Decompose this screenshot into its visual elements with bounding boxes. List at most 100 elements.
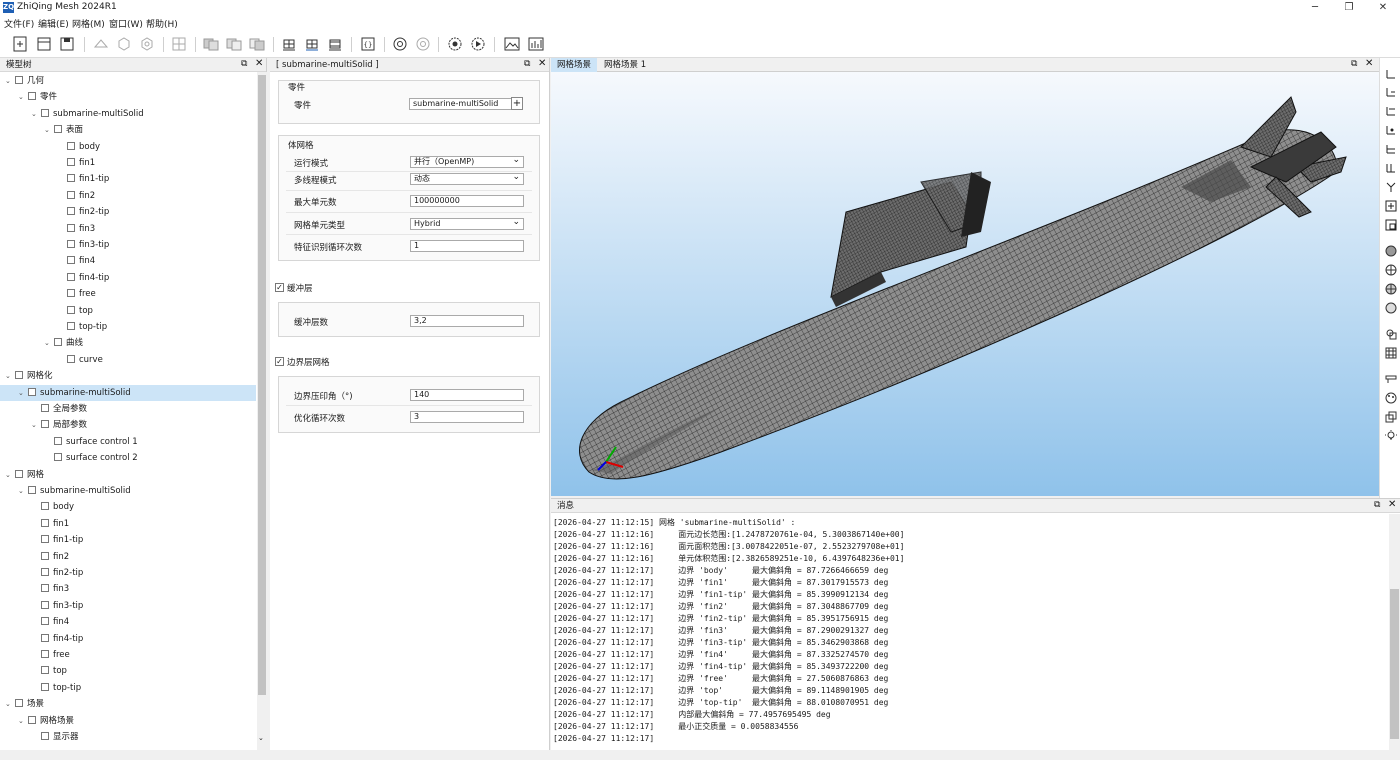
close-panel-icon[interactable]: ✕ — [255, 58, 263, 69]
ruler-icon[interactable] — [1385, 373, 1397, 385]
tree-item[interactable]: top — [0, 663, 256, 679]
tree-item[interactable]: fin1 — [0, 155, 256, 171]
surface-mesh-icon[interactable] — [280, 35, 298, 53]
tree-item[interactable]: body — [0, 139, 256, 155]
new-file-icon[interactable] — [11, 35, 29, 53]
minimize-icon[interactable]: ─ — [1298, 0, 1332, 16]
chart-icon[interactable] — [527, 35, 545, 53]
tree-item[interactable]: fin4-tip — [0, 270, 256, 286]
close-view-icon[interactable]: ✕ — [1365, 58, 1373, 69]
tree-scrollbar-thumb[interactable] — [258, 75, 266, 695]
tree-item[interactable]: free — [0, 286, 256, 302]
float-panel-icon[interactable]: ⧉ — [241, 59, 247, 69]
tree-item[interactable]: ⌄ 表面 — [0, 122, 256, 138]
geometry-repair-icon[interactable] — [138, 35, 156, 53]
tree-item[interactable]: 全局参数 — [0, 401, 256, 417]
gear-run-icon[interactable] — [469, 35, 487, 53]
menu-mesh[interactable]: 网格(M) — [72, 17, 105, 30]
tree-item[interactable]: ⌄ 局部参数 — [0, 417, 256, 433]
tree-item[interactable]: free — [0, 647, 256, 663]
tree-item[interactable]: ⌄ 网格场景 — [0, 713, 256, 729]
view-axis-neg-y-icon[interactable] — [1385, 124, 1397, 136]
boolean-intersect-icon[interactable] — [248, 35, 266, 53]
view-axis-y-icon[interactable] — [1385, 105, 1397, 117]
view-axis-x-icon[interactable] — [1385, 68, 1397, 80]
mesh-settings-disabled-icon[interactable] — [414, 35, 432, 53]
expand-arrow-icon[interactable]: ⌄ — [18, 385, 28, 401]
boundary-layer-icon[interactable] — [326, 35, 344, 53]
light-bulb-icon[interactable] — [1385, 430, 1397, 442]
shaded-sphere-icon[interactable] — [1385, 245, 1397, 257]
feature-iter-input[interactable]: 1 — [410, 240, 524, 252]
tree-item[interactable]: top-tip — [0, 319, 256, 335]
tree-item[interactable]: fin4 — [0, 253, 256, 269]
expand-arrow-icon[interactable]: ⌄ — [44, 122, 54, 138]
menu-file[interactable]: 文件(F) — [4, 17, 34, 30]
image-export-icon[interactable] — [503, 35, 521, 53]
volume-mesh-icon[interactable] — [303, 35, 321, 53]
max-cells-input[interactable]: 100000000 — [410, 195, 524, 207]
clip-plane-icon[interactable] — [1385, 328, 1397, 340]
tree-item[interactable]: fin2-tip — [0, 565, 256, 581]
palette-icon[interactable] — [1385, 392, 1397, 404]
tree-item[interactable]: curve — [0, 352, 256, 368]
messages-scrollbar-thumb[interactable] — [1390, 589, 1399, 739]
mesh-settings-icon[interactable] — [391, 35, 409, 53]
zoom-box-icon[interactable] — [1385, 219, 1397, 231]
3d-viewport[interactable] — [551, 72, 1379, 496]
float-panel-icon[interactable]: ⧉ — [1374, 500, 1380, 510]
tree-item[interactable]: ⌄ 曲线 — [0, 335, 256, 351]
tree-item[interactable]: fin3-tip — [0, 598, 256, 614]
grid-icon[interactable] — [1385, 347, 1397, 359]
opt-iter-input[interactable]: 3 — [410, 411, 524, 423]
tree-item[interactable]: fin3 — [0, 581, 256, 597]
view-iso-icon[interactable] — [1385, 181, 1397, 193]
close-icon[interactable]: ✕ — [1366, 0, 1400, 16]
tree-item[interactable]: surface control 2 — [0, 450, 256, 466]
tree-item[interactable]: ⌄ 场景 — [0, 696, 256, 712]
tree-item[interactable]: fin1-tip — [0, 171, 256, 187]
view-axis-neg-x-icon[interactable] — [1385, 86, 1397, 98]
tree-item[interactable]: fin2-tip — [0, 204, 256, 220]
tree-item[interactable]: ⌄ 网格 — [0, 467, 256, 483]
tree-item[interactable]: fin4 — [0, 614, 256, 630]
float-view-icon[interactable]: ⧉ — [1351, 59, 1357, 69]
gear-icon[interactable] — [446, 35, 464, 53]
tree-item[interactable]: surface control 1 — [0, 434, 256, 450]
tree-item[interactable]: ⌄ submarine-multiSolid — [0, 106, 256, 122]
points-sphere-icon[interactable] — [1385, 302, 1397, 314]
split-icon[interactable] — [170, 35, 188, 53]
save-icon[interactable] — [58, 35, 76, 53]
add-part-icon[interactable]: + — [511, 97, 523, 110]
scroll-down-icon[interactable]: ⌄ — [258, 734, 264, 742]
tree-item[interactable]: fin1 — [0, 516, 256, 532]
expand-arrow-icon[interactable]: ⌄ — [18, 713, 28, 729]
boundary-layer-checkbox[interactable]: ✓ — [275, 357, 284, 366]
menu-help[interactable]: 帮助(H) — [146, 17, 178, 30]
tree-item[interactable]: fin2 — [0, 549, 256, 565]
tree-item[interactable]: ⌄ submarine-multiSolid — [0, 384, 256, 401]
boolean-subtract-icon[interactable] — [225, 35, 243, 53]
geometry-surface-icon[interactable] — [92, 35, 110, 53]
expand-arrow-icon[interactable]: ⌄ — [31, 417, 41, 433]
tree-item[interactable]: fin3-tip — [0, 237, 256, 253]
expand-arrow-icon[interactable]: ⌄ — [5, 696, 15, 712]
close-panel-icon[interactable]: ✕ — [538, 58, 546, 69]
tree-item[interactable]: ⌄ submarine-multiSolid — [0, 483, 256, 499]
tree-item[interactable]: ⌄ 网格化 — [0, 368, 256, 384]
tree-item[interactable]: fin1-tip — [0, 532, 256, 548]
copy-view-icon[interactable] — [1385, 411, 1397, 423]
close-panel-icon[interactable]: ✕ — [1388, 499, 1396, 510]
geometry-solid-icon[interactable] — [115, 35, 133, 53]
menu-edit[interactable]: 编辑(E) — [38, 17, 69, 30]
expand-arrow-icon[interactable]: ⌄ — [44, 335, 54, 351]
run-mode-select[interactable]: 并行（OpenMP) — [410, 155, 524, 168]
view-axis-neg-z-icon[interactable] — [1385, 162, 1397, 174]
buffer-layers-input[interactable]: 3,2 — [410, 315, 524, 327]
tree-item[interactable]: body — [0, 499, 256, 515]
maximize-icon[interactable]: ❐ — [1332, 0, 1366, 16]
expand-arrow-icon[interactable]: ⌄ — [18, 483, 28, 499]
tree-item[interactable]: ⌄ 几何 — [0, 73, 256, 89]
expand-arrow-icon[interactable]: ⌄ — [18, 89, 28, 105]
tree-item[interactable]: 显示器 — [0, 729, 256, 745]
